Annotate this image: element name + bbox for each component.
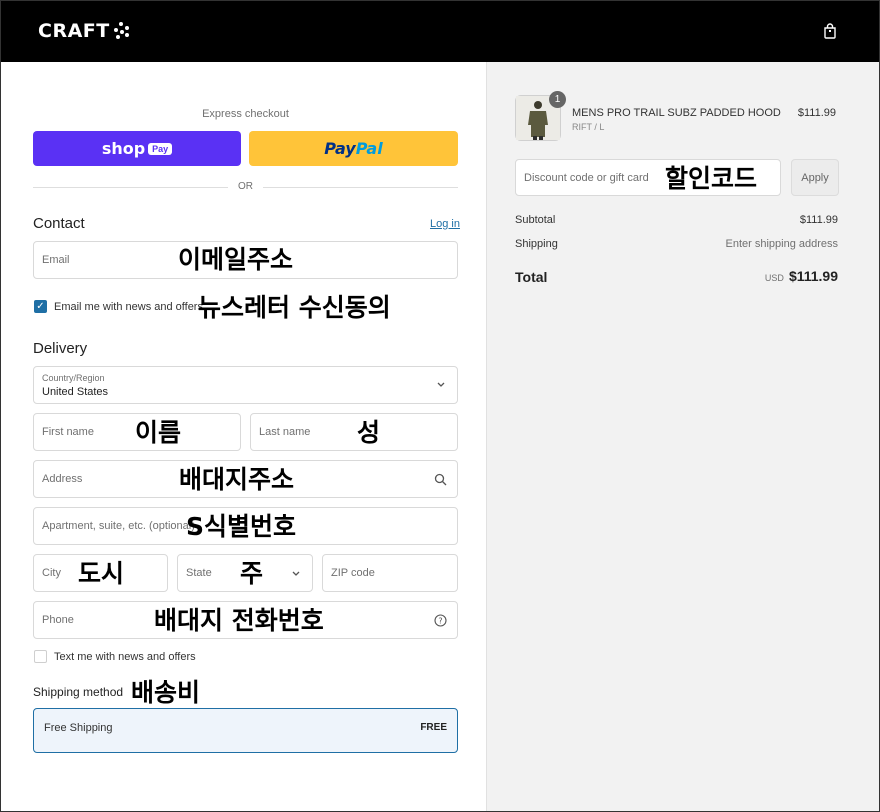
express-checkout-label: Express checkout bbox=[202, 108, 289, 120]
country-label: Country/Region bbox=[42, 373, 105, 383]
delivery-title: Delivery bbox=[33, 340, 88, 357]
state-annotation: 주 bbox=[240, 559, 264, 588]
contact-title: Contact bbox=[33, 215, 85, 232]
subtotal-label: Subtotal bbox=[515, 214, 556, 226]
log-in-link[interactable]: Log in bbox=[430, 218, 460, 230]
svg-text:?: ? bbox=[438, 617, 442, 626]
city-placeholder: City bbox=[42, 567, 61, 579]
email-placeholder: Email bbox=[42, 254, 70, 266]
apartment-placeholder: Apartment, suite, etc. (optional) bbox=[42, 520, 195, 532]
country-select[interactable]: Country/Region United States bbox=[33, 366, 458, 404]
shop-pay-button[interactable]: shop Pay bbox=[33, 131, 241, 166]
paypal-text-pay: Pay bbox=[324, 139, 356, 158]
product-variant: RIFT / L bbox=[572, 122, 605, 132]
zip-code-placeholder: ZIP code bbox=[331, 567, 375, 579]
city-annotation: 도시 bbox=[78, 559, 125, 588]
chevron-down-icon bbox=[292, 571, 300, 576]
subtotal-value: $111.99 bbox=[799, 214, 838, 226]
product-price: $111.99 bbox=[797, 107, 836, 119]
last-name-field[interactable]: Last name bbox=[250, 413, 458, 451]
quantity-badge: 1 bbox=[549, 91, 566, 108]
craft-logo[interactable]: CRAFT bbox=[38, 20, 129, 42]
country-value: United States bbox=[42, 386, 109, 398]
shipping-label: Shipping bbox=[515, 238, 558, 250]
checkout-form: Express checkout shop Pay Pay Pal OR Cont… bbox=[1, 62, 486, 811]
shipping-annotation: 배송비 bbox=[131, 678, 201, 707]
shipping-option-price: FREE bbox=[420, 722, 447, 733]
shop-pay-pay-text: Pay bbox=[148, 142, 173, 155]
or-divider: OR bbox=[33, 180, 458, 194]
last-name-annotation: 성 bbox=[357, 418, 381, 447]
phone-placeholder: Phone bbox=[42, 614, 74, 626]
first-name-annotation: 이름 bbox=[135, 418, 182, 447]
first-name-placeholder: First name bbox=[42, 426, 94, 438]
site-header: CRAFT bbox=[1, 1, 879, 62]
newsletter-label: Email me with news and offers bbox=[54, 301, 203, 313]
newsletter-checkbox[interactable]: ✓ bbox=[34, 300, 47, 313]
apply-button[interactable]: Apply bbox=[791, 159, 839, 196]
total-currency: USD bbox=[764, 273, 784, 283]
text-offers-checkbox[interactable] bbox=[34, 650, 47, 663]
email-annotation: 이메일주소 bbox=[178, 245, 294, 274]
checkout-page: CRAFT Express checkout shop Pay Pay Pal O… bbox=[0, 0, 880, 812]
zip-code-field[interactable]: ZIP code bbox=[322, 554, 458, 592]
shipping-option-name: Free Shipping bbox=[44, 722, 113, 734]
phone-annotation: 배대지 전화번호 bbox=[154, 606, 324, 635]
product-name: MENS PRO TRAIL SUBZ PADDED HOOD bbox=[572, 107, 781, 119]
discount-annotation: 할인코드 bbox=[665, 164, 758, 193]
help-icon[interactable]: ? bbox=[434, 614, 447, 627]
paypal-button[interactable]: Pay Pal bbox=[249, 131, 458, 166]
chevron-down-icon bbox=[437, 382, 445, 387]
or-text: OR bbox=[238, 181, 253, 192]
newsletter-annotation: 뉴스레터 수신동의 bbox=[198, 293, 391, 322]
logo-text: CRAFT bbox=[38, 20, 110, 42]
logo-dots-icon bbox=[113, 21, 129, 41]
search-icon[interactable] bbox=[434, 473, 447, 486]
shop-pay-shop-text: shop bbox=[101, 139, 146, 158]
apartment-annotation: S식별번호 bbox=[186, 512, 297, 541]
paypal-text-pal: Pal bbox=[355, 139, 383, 158]
last-name-placeholder: Last name bbox=[259, 426, 311, 438]
total-amount: USD $111.99 bbox=[765, 268, 838, 284]
discount-placeholder: Discount code or gift card bbox=[524, 172, 649, 184]
total-value: $111.99 bbox=[788, 268, 838, 284]
order-summary: 1 MENS PRO TRAIL SUBZ PADDED HOOD RIFT /… bbox=[486, 62, 879, 811]
text-offers-label: Text me with news and offers bbox=[54, 651, 196, 663]
shopping-bag-icon[interactable] bbox=[823, 23, 837, 39]
state-placeholder: State bbox=[186, 567, 212, 579]
shipping-value: Enter shipping address bbox=[725, 238, 838, 250]
free-shipping-option[interactable]: Free Shipping FREE bbox=[33, 708, 458, 753]
address-placeholder: Address bbox=[42, 473, 83, 485]
total-label: Total bbox=[515, 269, 548, 285]
shipping-method-title: Shipping method bbox=[33, 685, 124, 699]
address-annotation: 배대지주소 bbox=[179, 465, 295, 494]
